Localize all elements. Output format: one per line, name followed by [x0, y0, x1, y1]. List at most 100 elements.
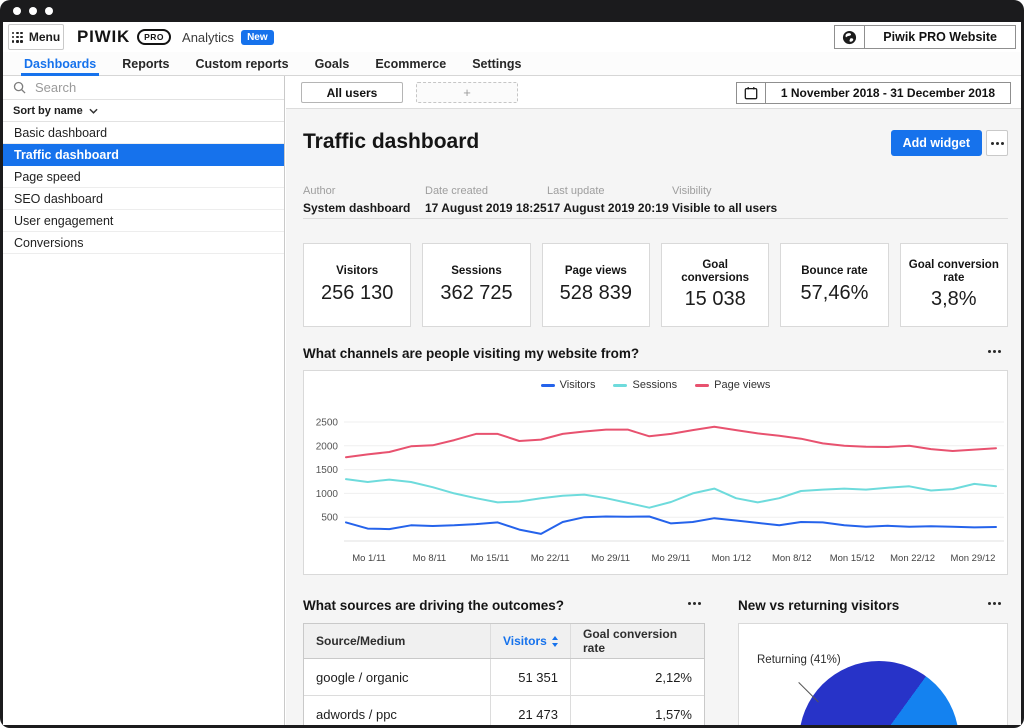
- segment-bar: All users + 1 November 2018 - 31 Decembe…: [286, 76, 1021, 109]
- add-widget-button[interactable]: Add widget: [890, 130, 982, 156]
- svg-text:Mo 29/11: Mo 29/11: [591, 553, 630, 564]
- search-input[interactable]: [33, 79, 253, 96]
- source-medium-cell: adwords / ppc: [304, 696, 491, 725]
- page-views-line-swatch: [695, 383, 710, 387]
- channels-widget-title: What channels are people visiting my web…: [303, 346, 640, 361]
- brand-pro-badge: PRO: [137, 29, 172, 45]
- sidebar-item-seo-dashboard[interactable]: SEO dashboard: [3, 188, 284, 210]
- date-range-picker[interactable]: 1 November 2018 - 31 December 2018: [735, 82, 1011, 104]
- sidebar-item-basic-dashboard[interactable]: Basic dashboard: [3, 122, 284, 144]
- new-vs-returning-pie-chart[interactable]: [799, 661, 959, 725]
- menu-button-label: Menu: [28, 30, 61, 44]
- kpi-sessions: Sessions 362 725: [422, 243, 531, 327]
- sort-label: Sort by name: [13, 104, 83, 117]
- kpi-cards: Visitors 256 130 Sessions 362 725 Page v…: [303, 243, 1008, 327]
- kpi-goal-conversions: Goal conversions 15 038: [660, 243, 770, 327]
- new-badge: New: [241, 29, 274, 45]
- globe-icon: [835, 26, 866, 48]
- sidebar-item-user-engagement[interactable]: User engagement: [3, 210, 284, 232]
- svg-text:2500: 2500: [316, 418, 339, 429]
- search-icon: [13, 81, 26, 94]
- svg-text:Mo 1/11: Mo 1/11: [352, 553, 386, 564]
- sort-by-name-control[interactable]: Sort by name: [3, 100, 284, 122]
- product-name: Analytics: [182, 29, 235, 45]
- column-header-visitors[interactable]: Visitors: [491, 624, 571, 658]
- window-control-dot[interactable]: [45, 7, 53, 15]
- table-header-row: Source/Medium Visitors Goal conversion r…: [304, 624, 704, 659]
- brand-name: PIWIK: [77, 27, 131, 46]
- sessions-line-swatch: [613, 383, 628, 387]
- legend-sessions[interactable]: Sessions: [613, 379, 677, 391]
- new-vs-returning-card: Returning (41%): [738, 623, 1008, 725]
- table-row[interactable]: google / organic 51 351 2,12%: [304, 659, 704, 696]
- meta-divider: [303, 218, 1008, 219]
- tab-goals[interactable]: Goals: [302, 52, 363, 75]
- meta-visibility: Visibility Visible to all users: [672, 185, 778, 215]
- svg-text:Mo 29/11: Mo 29/11: [652, 553, 691, 564]
- svg-text:Mo 22/11: Mo 22/11: [531, 553, 570, 564]
- sources-widget-title: What sources are driving the outcomes?: [303, 598, 565, 613]
- svg-text:Mon 29/12: Mon 29/12: [951, 553, 996, 564]
- window-control-dot[interactable]: [29, 7, 37, 15]
- window-control-dot[interactable]: [13, 7, 21, 15]
- calendar-icon[interactable]: [737, 83, 766, 103]
- plus-icon: +: [463, 85, 471, 100]
- svg-text:2000: 2000: [316, 441, 339, 452]
- channels-chart-card: Visitors Sessions Page views 500 1000 1500…: [303, 370, 1008, 575]
- source-medium-cell: google / organic: [304, 659, 491, 695]
- tab-dashboards[interactable]: Dashboards: [11, 52, 109, 76]
- kpi-bounce-rate: Bounce rate 57,46%: [780, 243, 889, 327]
- goal-conversion-rate-cell: 1,57%: [655, 706, 692, 722]
- visitors-line-swatch: [540, 383, 555, 387]
- svg-text:Mon 1/12: Mon 1/12: [712, 553, 752, 564]
- add-segment-button[interactable]: +: [416, 82, 518, 103]
- main-pane: All users + 1 November 2018 - 31 Decembe…: [286, 76, 1021, 725]
- kpi-visitors: Visitors 256 130: [303, 243, 412, 327]
- meta-author: Author System dashboard: [303, 185, 411, 215]
- svg-text:Mon 8/12: Mon 8/12: [772, 553, 812, 564]
- legend-visitors[interactable]: Visitors: [540, 379, 595, 391]
- channels-line-chart: 500 1000 1500 2000 2500 Mo 1/11 Mo 8/11 Mo 15/1…: [316, 418, 1004, 564]
- window-content: Menu PIWIK PRO Analytics New Piwik PRO W…: [3, 22, 1021, 725]
- kpi-goal-conversion-rate: Goal conversion rate 3,8%: [899, 243, 1008, 327]
- tab-settings[interactable]: Settings: [459, 52, 534, 75]
- pie-returning-label: Returning (41%): [757, 654, 841, 666]
- sidebar-item-traffic-dashboard[interactable]: Traffic dashboard: [3, 144, 284, 166]
- ellipsis-icon: [988, 350, 1001, 353]
- svg-text:Mo 15/11: Mo 15/11: [470, 553, 509, 564]
- ellipsis-icon: [988, 602, 1001, 605]
- website-selector[interactable]: Piwik PRO Website: [834, 25, 1016, 49]
- chart-legend: Visitors Sessions Page views: [304, 379, 1007, 391]
- sidebar-item-page-speed[interactable]: Page speed: [3, 166, 284, 188]
- pie-widget-menu-button[interactable]: [984, 598, 1005, 609]
- all-users-segment-button[interactable]: All users: [301, 82, 403, 103]
- goal-conversion-rate-cell: 2,12%: [655, 669, 692, 685]
- tab-custom-reports[interactable]: Custom reports: [182, 52, 301, 75]
- sources-widget-menu-button[interactable]: [684, 598, 705, 609]
- visitors-cell: 51 351: [491, 659, 571, 695]
- svg-text:Mo 8/11: Mo 8/11: [413, 553, 447, 564]
- legend-page-views[interactable]: Page views: [695, 379, 770, 391]
- kpi-page-views: Page views 528 839: [541, 243, 650, 327]
- dashboard-menu-button[interactable]: [986, 130, 1008, 156]
- table-row[interactable]: adwords / ppc 21 473 1,57%: [304, 696, 704, 725]
- svg-text:1500: 1500: [316, 465, 339, 476]
- main-nav-tabs: Dashboards Reports Custom reports Goals …: [3, 52, 1021, 76]
- ellipsis-icon: [688, 602, 701, 605]
- sidebar-search-row: [3, 76, 284, 100]
- meta-date-created: Date created 17 August 2019 18:25: [425, 185, 547, 215]
- date-range-label: 1 November 2018 - 31 December 2018: [780, 86, 995, 100]
- app-window: Menu PIWIK PRO Analytics New Piwik PRO W…: [0, 0, 1024, 728]
- column-header-goal-conversion-rate[interactable]: Goal conversion rate: [571, 624, 704, 658]
- sidebar-item-conversions[interactable]: Conversions: [3, 232, 284, 254]
- ellipsis-icon: [990, 141, 1004, 145]
- tab-reports[interactable]: Reports: [109, 52, 182, 75]
- column-header-source-medium[interactable]: Source/Medium: [304, 624, 491, 658]
- svg-text:Mon 15/12: Mon 15/12: [830, 553, 875, 564]
- app-bar: Menu PIWIK PRO Analytics New Piwik PRO W…: [3, 22, 1021, 52]
- menu-button[interactable]: Menu: [8, 24, 64, 50]
- channels-widget-menu-button[interactable]: [984, 346, 1005, 357]
- page-title: Traffic dashboard: [303, 130, 480, 153]
- website-selector-label: Piwik PRO Website: [883, 30, 997, 44]
- tab-ecommerce[interactable]: Ecommerce: [362, 52, 459, 75]
